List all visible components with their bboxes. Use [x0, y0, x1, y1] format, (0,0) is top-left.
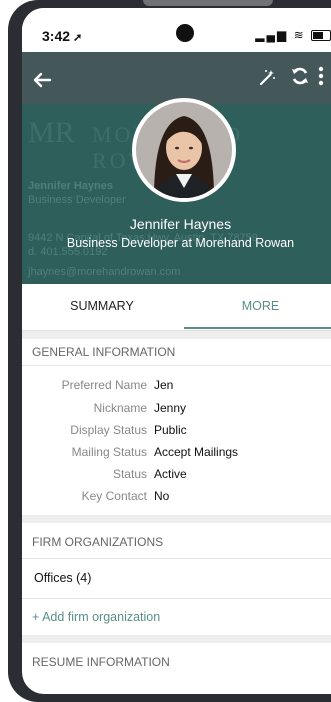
card-logo-initials: MR: [28, 116, 75, 149]
info-value: Accept Mailings: [154, 445, 239, 459]
camera-notch: [176, 24, 194, 42]
magic-wand-icon[interactable]: [258, 69, 278, 89]
location-icon: ➚: [73, 32, 83, 44]
card-line-title: Business Developer: [28, 194, 126, 206]
info-label: Nickname: [93, 401, 147, 415]
contact-title: Business Developer at Morehand Rowan: [66, 236, 295, 250]
info-label: Mailing Status: [71, 445, 147, 459]
info-value: No: [154, 489, 170, 503]
info-label: Preferred Name: [61, 378, 147, 392]
resume-information-heading: RESUME INFORMATION: [32, 655, 170, 669]
screen: 3:42➚ ▂▄▆ ≋ MR MOREHAND ROWAN Jennifer H…: [22, 8, 331, 694]
info-value: Public: [154, 423, 187, 437]
firm-organizations-heading: FIRM ORGANIZATIONS: [32, 535, 164, 549]
add-firm-organization-link[interactable]: + Add firm organization: [32, 610, 160, 624]
device-frame: 3:42➚ ▂▄▆ ≋ MR MOREHAND ROWAN Jennifer H…: [8, 0, 331, 702]
contact-name: Jennifer Haynes: [129, 216, 232, 232]
back-arrow-icon[interactable]: [32, 70, 54, 92]
card-line-email: jhaynes@morehandrowan.com: [28, 266, 181, 278]
card-line-name: Jennifer Haynes: [28, 180, 113, 192]
info-value: Active: [154, 467, 187, 481]
status-time: 3:42 ➚: [42, 28, 83, 44]
info-label: Display Status: [70, 423, 147, 437]
signal-icon: ▂▄▆: [255, 28, 289, 42]
wifi-icon: ≋: [293, 28, 306, 42]
battery-icon: [311, 30, 331, 42]
info-label: Key Contact: [81, 489, 147, 503]
offices-list-item[interactable]: Offices (4): [34, 571, 91, 585]
info-value: Jen: [154, 378, 174, 392]
info-value: Jenny: [154, 401, 187, 415]
general-information-heading: GENERAL INFORMATION: [32, 345, 176, 359]
active-tab-indicator: [184, 327, 331, 329]
section-gap: [22, 515, 331, 523]
section-gap: [22, 635, 331, 643]
section-gap: [22, 331, 331, 339]
divider: [22, 598, 331, 599]
more-vertical-icon[interactable]: [318, 66, 328, 88]
divider: [22, 365, 331, 366]
tab-bar: SUMMARY MORE: [22, 284, 331, 331]
tab-summary[interactable]: SUMMARY: [22, 284, 182, 330]
info-label: Status: [112, 467, 147, 481]
status-bar: 3:42 ➚ ▂▄▆ ≋: [22, 8, 331, 52]
divider: [22, 558, 331, 559]
avatar: [132, 98, 236, 202]
sync-icon[interactable]: [290, 66, 310, 88]
device-button: [143, 0, 273, 6]
tab-more[interactable]: MORE: [182, 284, 331, 330]
contact-header: MR MOREHAND ROWAN Jennifer Haynes Busine…: [22, 52, 331, 284]
status-icons: ▂▄▆ ≋: [255, 28, 331, 42]
